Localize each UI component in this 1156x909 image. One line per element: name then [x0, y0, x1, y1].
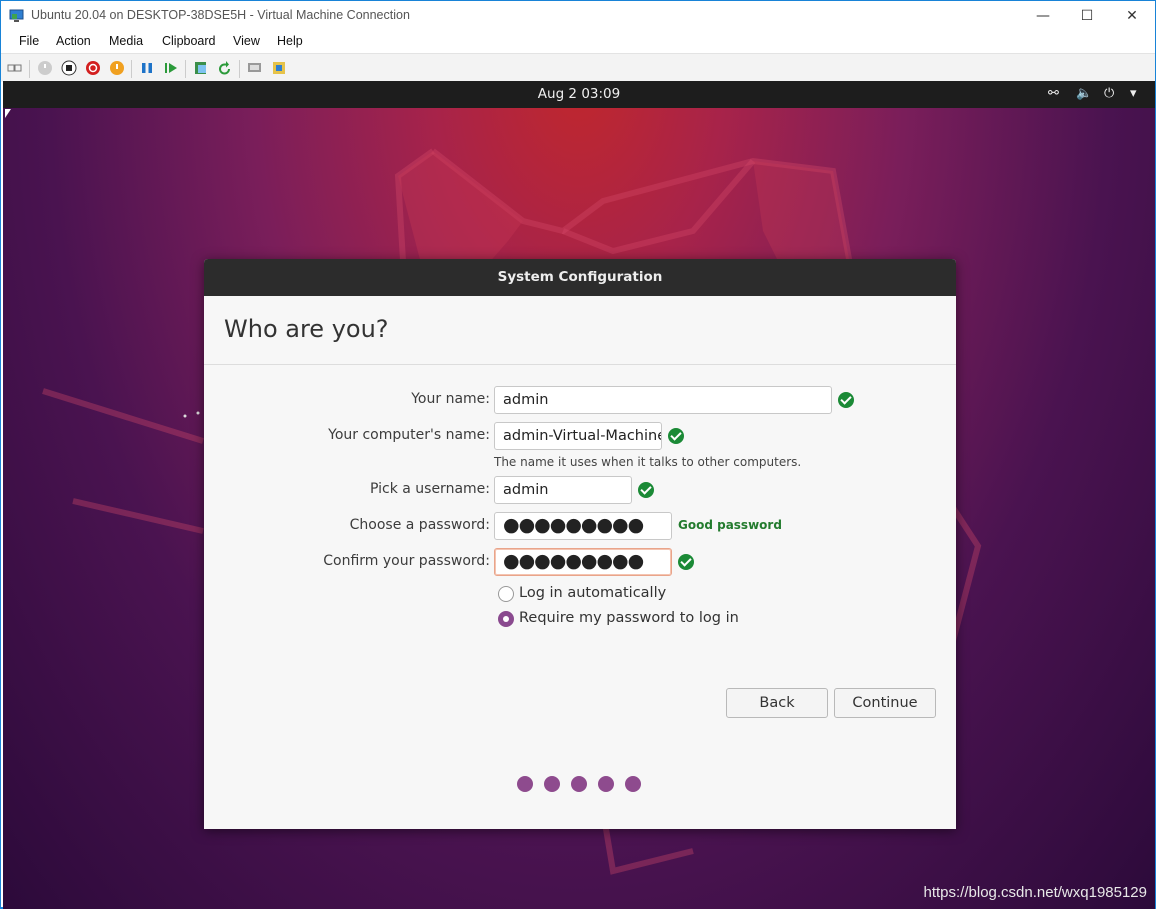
menu-file[interactable]: File — [19, 34, 39, 48]
computer-name-label: Your computer's name: — [328, 427, 490, 443]
window-title: Ubuntu 20.04 on DESKTOP-38DSE5H - Virtua… — [31, 8, 410, 22]
resume-icon[interactable] — [163, 60, 179, 76]
computer-name-input[interactable]: admin-Virtual-Machine — [494, 422, 662, 450]
menu-bar: File Action Media Clipboard View Help — [1, 31, 1155, 53]
password-label: Choose a password: — [349, 517, 490, 533]
username-input[interactable]: admin — [494, 476, 632, 504]
volume-icon[interactable]: 🔈 — [1076, 86, 1092, 101]
title-bar: Ubuntu 20.04 on DESKTOP-38DSE5H - Virtua… — [1, 1, 1155, 31]
confirm-password-label: Confirm your password: — [323, 553, 490, 569]
auto-login-radio[interactable] — [498, 586, 514, 602]
menu-help[interactable]: Help — [277, 34, 303, 48]
password-strength: Good password — [678, 518, 782, 532]
start-icon[interactable] — [37, 60, 53, 76]
auto-login-label[interactable]: Log in automatically — [519, 585, 666, 601]
progress-dot — [598, 776, 614, 792]
menu-action[interactable]: Action — [56, 34, 91, 48]
share-icon[interactable] — [271, 60, 287, 76]
revert-icon[interactable] — [217, 60, 233, 76]
menu-clipboard[interactable]: Clipboard — [162, 34, 216, 48]
your-name-input[interactable]: admin — [494, 386, 832, 414]
computer-name-hint: The name it uses when it talks to other … — [494, 455, 802, 469]
require-password-radio[interactable] — [498, 611, 514, 627]
check-icon — [678, 554, 694, 570]
ctrl-alt-del-icon[interactable] — [7, 60, 23, 76]
continue-button[interactable]: Continue — [834, 688, 936, 718]
divider — [204, 364, 956, 365]
minimize-button[interactable]: — — [1020, 1, 1066, 31]
save-state-icon[interactable] — [109, 60, 125, 76]
chevron-down-icon[interactable]: ▾ — [1130, 86, 1137, 101]
turn-off-icon[interactable] — [61, 60, 77, 76]
enhanced-session-icon[interactable] — [247, 60, 263, 76]
pause-icon[interactable] — [139, 60, 155, 76]
password-input[interactable]: ●●●●●●●●● — [494, 512, 672, 540]
progress-dot — [625, 776, 641, 792]
progress-dot — [517, 776, 533, 792]
clock[interactable]: Aug 2 03:09 — [3, 86, 1155, 102]
progress-dot — [544, 776, 560, 792]
your-name-label: Your name: — [411, 391, 490, 407]
system-configuration-dialog: System Configuration Who are you? Your n… — [204, 259, 956, 829]
progress-dot — [571, 776, 587, 792]
back-button[interactable]: Back — [726, 688, 828, 718]
toolbar — [1, 53, 1155, 82]
vm-screen[interactable]: Aug 2 03:09 ⚯ 🔈 ⏻ ▾ System Configuration… — [3, 81, 1155, 909]
network-icon[interactable]: ⚯ — [1048, 86, 1059, 101]
check-icon — [838, 392, 854, 408]
check-icon — [668, 428, 684, 444]
menu-view[interactable]: View — [233, 34, 260, 48]
dialog-header: System Configuration — [204, 259, 956, 296]
confirm-password-input[interactable]: ●●●●●●●●● — [494, 548, 672, 576]
vm-app-icon — [9, 9, 24, 22]
power-icon[interactable]: ⏻ — [1104, 86, 1114, 101]
username-label: Pick a username: — [369, 481, 490, 497]
ubuntu-top-bar: Aug 2 03:09 ⚯ 🔈 ⏻ ▾ — [3, 81, 1155, 108]
maximize-button[interactable]: ☐ — [1064, 1, 1110, 31]
vm-connection-window: Ubuntu 20.04 on DESKTOP-38DSE5H - Virtua… — [0, 0, 1156, 909]
close-button[interactable]: ✕ — [1109, 1, 1155, 31]
menu-media[interactable]: Media — [109, 34, 143, 48]
check-icon — [638, 482, 654, 498]
require-password-label[interactable]: Require my password to log in — [519, 610, 739, 626]
shut-down-icon[interactable] — [85, 60, 101, 76]
checkpoint-icon[interactable] — [193, 60, 209, 76]
watermark: https://blog.csdn.net/wxq1985129 — [923, 884, 1148, 901]
progress-dots — [517, 776, 641, 792]
page-title: Who are you? — [224, 315, 389, 343]
mouse-cursor-icon — [5, 109, 11, 118]
